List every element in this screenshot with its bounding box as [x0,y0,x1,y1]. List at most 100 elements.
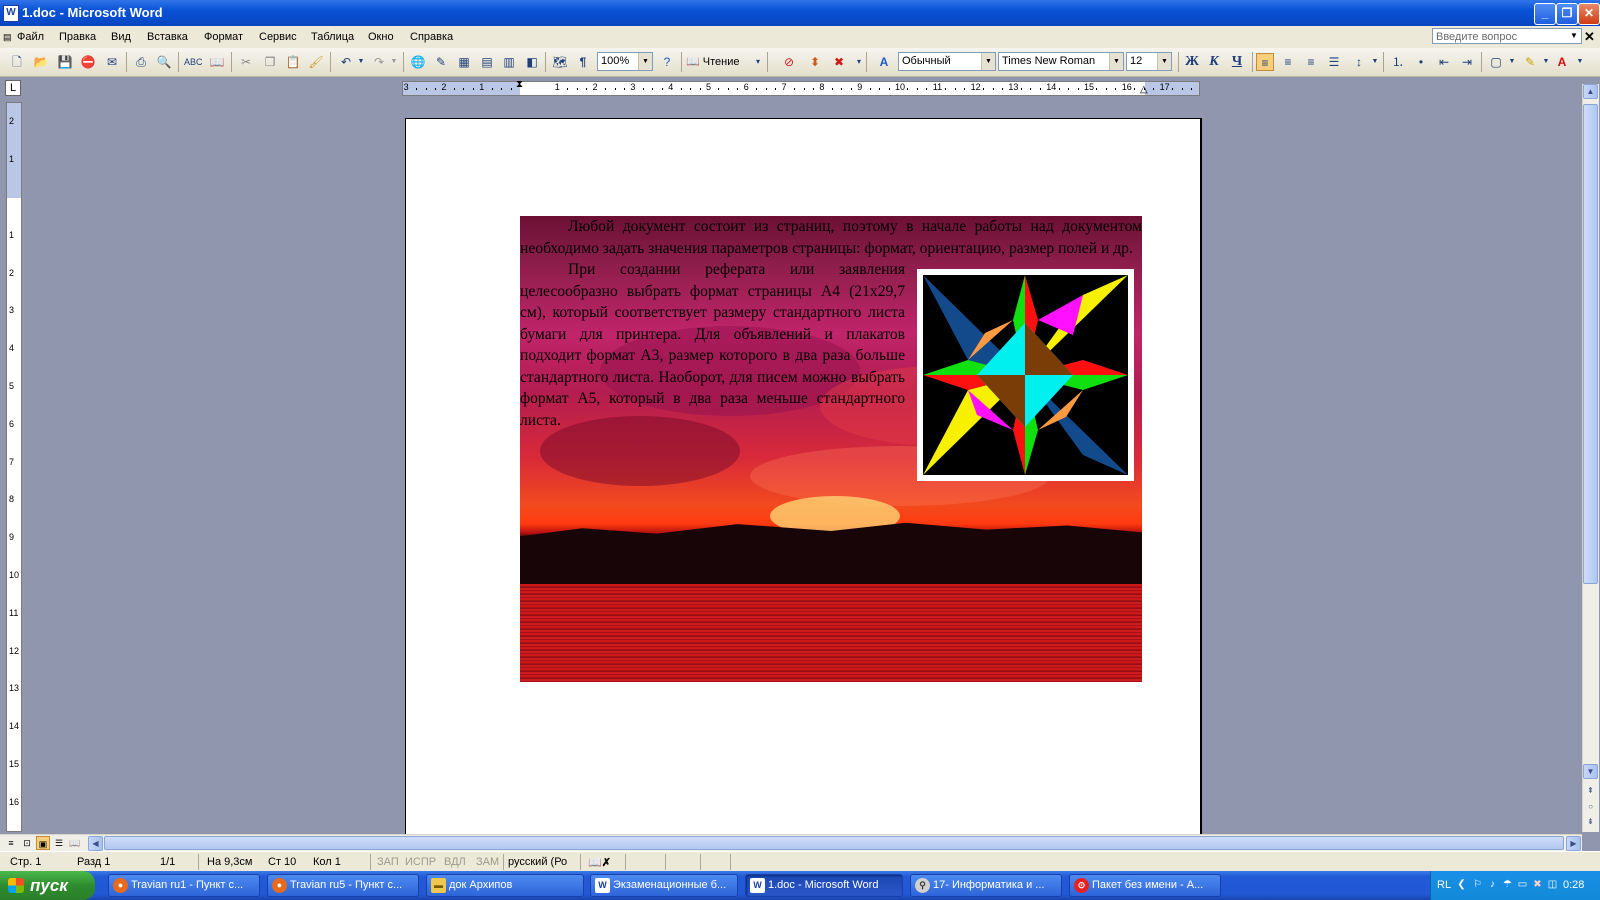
italic-button[interactable]: К [1205,53,1223,71]
bold-button[interactable]: Ж [1183,53,1201,71]
show-formatting-icon[interactable]: ¶ [574,53,592,71]
format-painter-icon[interactable]: 🖌 [307,53,325,71]
menu-file[interactable]: Файл [17,31,44,43]
paragraph-2[interactable]: При создании реферата или заявления целе… [520,259,905,431]
save-icon[interactable]: 💾 [56,53,74,71]
styles-pane-icon[interactable]: A [875,53,893,71]
scroll-down-icon[interactable]: ▼ [1583,764,1598,779]
font-color-button[interactable]: A [1553,53,1571,71]
volume-icon[interactable]: ♪ [1486,878,1499,891]
reading-view-icon[interactable]: 📖 [68,836,82,850]
paste-icon[interactable]: 📋 [284,53,302,71]
security-icon[interactable]: ✖ [1531,878,1544,891]
task-firefox-1[interactable]: ● Travian ru1 - Пункт с... [108,874,260,897]
research-icon[interactable]: 📖 [208,53,226,71]
menu-view[interactable]: Вид [111,31,131,43]
cut-icon[interactable]: ✂ [237,53,255,71]
vertical-scrollbar[interactable]: ▲ ▼ ⇞ ○ ⇟ [1582,84,1599,832]
vertical-ruler[interactable]: 2 1 1 2 3 4 5 6 7 8 9 10 11 12 13 14 15 16 [6,102,22,832]
numbering-button[interactable]: ⒈ [1389,53,1407,71]
horizontal-scrollbar[interactable]: ≡ ⊡ ▣ ☰ 📖 ◀ ▶ [0,834,1582,852]
tables-borders-icon[interactable]: ✎ [432,53,450,71]
task-firefox-2[interactable]: ● Travian ru5 - Пункт с... [267,874,419,897]
status-extend[interactable]: ВДЛ [444,856,466,868]
toolbar-options-icon[interactable]: ▾ [749,53,767,71]
task-informatics[interactable]: ⚲ 17- Информатика и ... [910,874,1062,897]
menu-edit[interactable]: Правка [59,31,96,43]
insert-table-icon[interactable]: ▦ [455,53,473,71]
zoom-select[interactable]: 100% ▼ [597,52,653,71]
menu-help[interactable]: Справка [410,31,453,43]
justify-button[interactable]: ☰ [1325,53,1343,71]
horizontal-ruler[interactable]: 3 2 1 1 2 3 4 5 6 7 8 9 10 11 12 13 14 15 16 17 ⧗ △ [402,79,1200,96]
pdf-convert-icon[interactable]: ⬍ [806,53,824,71]
vertical-scroll-thumb[interactable] [1583,104,1598,584]
indent-marker[interactable]: ⧗ [516,79,523,90]
open-folder-icon[interactable]: 📂 [32,53,50,71]
copy-icon[interactable]: ❐ [261,53,279,71]
chevron-down-icon[interactable]: ▼ [1366,53,1384,71]
font-select[interactable]: Times New Roman ▼ [998,52,1124,71]
align-center-button[interactable]: ≡ [1279,53,1297,71]
increase-indent-button[interactable]: ⇥ [1458,53,1476,71]
scroll-right-icon[interactable]: ▶ [1566,836,1581,851]
doc-icon[interactable]: ▤ [3,32,12,43]
drawing-icon[interactable]: ◧ [523,53,541,71]
title-bar[interactable]: W 1.doc - Microsoft Word _ ❐ ✕ [0,0,1600,26]
task-word-active[interactable]: W 1.doc - Microsoft Word [745,874,903,897]
menu-table[interactable]: Таблица [311,31,354,43]
email-icon[interactable]: ✉ [103,53,121,71]
chevron-down-icon[interactable]: ▼ [1571,53,1589,71]
status-record[interactable]: ЗАП [377,856,399,868]
network-icon[interactable]: ⚐ [1471,878,1484,891]
help-search-input[interactable]: Введите вопрос ▼ [1432,28,1582,44]
menu-format[interactable]: Формат [204,31,243,43]
antivirus-tray-icon[interactable]: ☂ [1501,878,1514,891]
star-image-frame[interactable] [917,269,1134,481]
previous-page-icon[interactable]: ⇞ [1583,784,1598,799]
tab-selector[interactable]: L [5,80,21,96]
normal-view-icon[interactable]: ≡ [4,836,18,850]
new-document-icon[interactable]: 🗋 [8,53,26,71]
menu-window[interactable]: Окно [368,31,394,43]
keyboard-language[interactable]: RL [1437,879,1451,891]
spelling-icon[interactable]: ABC [184,53,203,71]
align-right-button[interactable]: ≡ [1302,53,1320,71]
task-package[interactable]: ⊙ Пакет без имени - А... [1069,874,1221,897]
restore-button[interactable]: ❐ [1556,3,1578,25]
decrease-indent-button[interactable]: ⇤ [1435,53,1453,71]
insert-excel-icon[interactable]: ▤ [478,53,496,71]
document-page[interactable]: Любой документ состоит из страниц, поэто… [405,118,1202,834]
outline-view-icon[interactable]: ☰ [52,836,66,850]
display-icon[interactable]: ▭ [1516,878,1529,891]
chevron-down-icon[interactable]: ▼ [352,53,370,71]
web-view-icon[interactable]: ⊡ [20,836,34,850]
antivirus-icon[interactable]: ⊘ [780,53,798,71]
chevron-down-icon[interactable]: ▼ [1109,53,1123,70]
task-word-exams[interactable]: W Экзаменационные б... [590,874,738,897]
align-left-button[interactable]: ≡ [1256,53,1274,71]
spelling-status-icon[interactable]: 📖✗ [588,856,611,869]
status-language[interactable]: русский (Ро [508,856,567,868]
permission-icon[interactable]: ⛔ [79,53,97,71]
bullets-button[interactable]: • [1412,53,1430,71]
right-indent-marker[interactable]: △ [1140,84,1148,95]
next-page-icon[interactable]: ⇟ [1583,815,1598,830]
monitor-icon[interactable]: ◫ [1546,878,1559,891]
print-layout-view-icon[interactable]: ▣ [36,836,50,850]
chevron-down-icon[interactable]: ▼ [981,53,995,70]
tray-back-icon[interactable]: ❮ [1455,878,1468,891]
close-window-button[interactable]: ✕ [1578,3,1600,25]
minimize-button[interactable]: _ [1534,3,1556,25]
menu-insert[interactable]: Вставка [147,31,188,43]
print-icon[interactable]: ⎙ [132,53,150,71]
browse-object-icon[interactable]: ○ [1583,800,1598,815]
help-icon[interactable]: ? [658,53,676,71]
columns-icon[interactable]: ▥ [500,53,518,71]
task-folder[interactable]: ▬ док Архипов [426,874,584,897]
chevron-down-icon[interactable]: ▼ [1568,30,1580,42]
font-size-select[interactable]: 12 ▼ [1126,52,1172,71]
status-track-changes[interactable]: ИСПР [405,856,436,868]
pdf-email-icon[interactable]: ✖ [830,53,848,71]
reading-mode-button[interactable]: 📖 Чтение [686,53,739,71]
